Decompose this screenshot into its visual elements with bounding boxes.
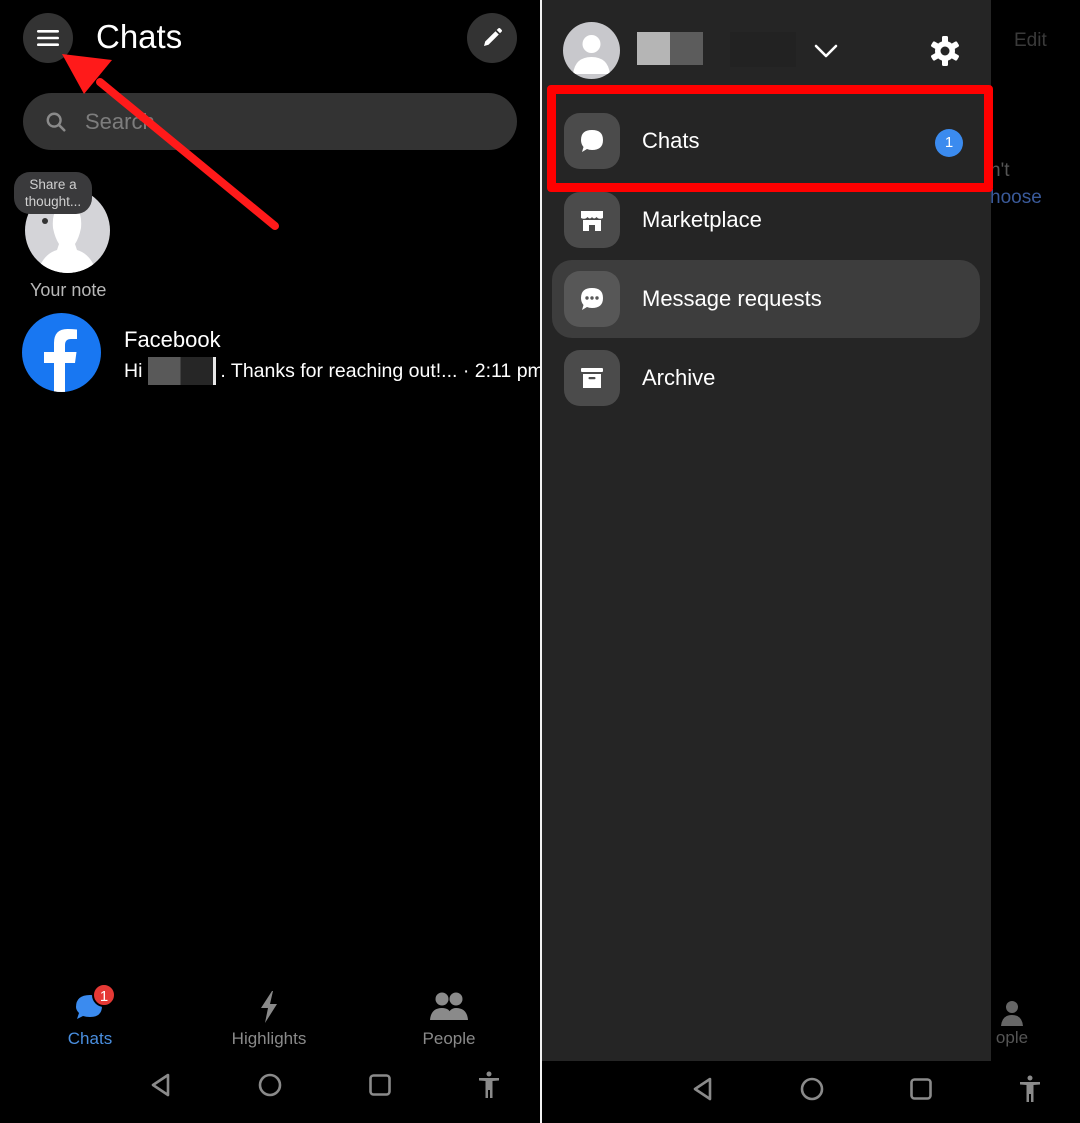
chevron-down-icon[interactable] xyxy=(813,38,839,64)
profile-avatar[interactable] xyxy=(563,22,620,79)
redacted-name xyxy=(148,357,217,385)
search-icon xyxy=(46,112,66,132)
background-people-label: ople xyxy=(995,1028,1029,1047)
background-link-fragment: hoose xyxy=(990,187,1042,208)
lightning-icon xyxy=(249,985,289,1025)
chats-screen: Chats Share a thought... Your note Face xyxy=(0,0,544,1123)
drawer-item-label: Marketplace xyxy=(642,207,762,232)
conversation-name: Facebook xyxy=(124,327,221,352)
search-bar[interactable] xyxy=(23,93,517,150)
system-nav-bar-right xyxy=(542,1070,1080,1115)
archive-box-icon xyxy=(564,350,620,406)
background-people-tab: ople xyxy=(982,998,1042,1048)
drawer-item-message-requests[interactable]: Message requests xyxy=(552,260,980,338)
background-edit-label: Edit xyxy=(1014,30,1047,51)
profile-name-redacted-blur xyxy=(730,32,796,67)
back-icon[interactable] xyxy=(688,1074,718,1104)
note-thought-bubble[interactable]: Share a thought... xyxy=(14,172,92,214)
your-note-label: Your note xyxy=(30,280,107,300)
system-nav-bar xyxy=(0,1070,540,1115)
home-icon[interactable] xyxy=(255,1070,285,1100)
default-profile-icon xyxy=(573,35,610,74)
drawer-screen: Edit n't hoose ople Chats 1 Marketplace … xyxy=(542,0,1080,1123)
people-icon xyxy=(429,985,469,1025)
navigation-drawer: Chats 1 Marketplace Message requests Arc… xyxy=(542,0,993,1061)
compose-button[interactable] xyxy=(467,13,517,63)
menu-button[interactable] xyxy=(23,13,73,63)
person-icon xyxy=(1001,1001,1023,1026)
back-icon[interactable] xyxy=(146,1070,176,1100)
drawer-item-archive[interactable]: Archive xyxy=(552,339,980,417)
drawer-item-marketplace[interactable]: Marketplace xyxy=(552,181,980,259)
preview-prefix: Hi xyxy=(124,359,143,382)
conversation-preview: Hi . Thanks for reaching out!... · 2:11 … xyxy=(124,357,544,385)
bottom-tab-bar: 1 Chats Highlights People xyxy=(0,983,540,1055)
search-input[interactable] xyxy=(85,108,465,135)
chat-bubbles-icon: 1 xyxy=(70,983,116,1025)
pencil-icon xyxy=(484,28,502,46)
tab-highlights[interactable]: Highlights xyxy=(209,985,329,1049)
message-dots-icon xyxy=(564,271,620,327)
drawer-item-label: Archive xyxy=(642,365,716,390)
conversation-row[interactable]: Facebook Hi . Thanks for reaching out!..… xyxy=(0,312,544,394)
recents-icon[interactable] xyxy=(365,1070,395,1100)
drawer-item-label: Message requests xyxy=(642,286,822,311)
preview-suffix: . Thanks for reaching out!... · 2:11 pm xyxy=(220,359,544,382)
hamburger-menu-icon xyxy=(37,30,59,46)
tab-people-label: People xyxy=(422,1029,476,1048)
recents-icon[interactable] xyxy=(906,1074,936,1104)
facebook-logo-icon xyxy=(22,313,101,392)
unread-badge: 1 xyxy=(92,983,116,1007)
home-icon[interactable] xyxy=(797,1074,827,1104)
bubble-tail-dot xyxy=(42,218,48,224)
annotation-highlight-box xyxy=(547,85,993,192)
tab-people[interactable]: People xyxy=(389,985,509,1049)
tab-chats-label: Chats xyxy=(67,1029,113,1048)
gear-icon[interactable] xyxy=(927,33,963,69)
storefront-icon xyxy=(564,192,620,248)
tab-chats[interactable]: 1 Chats xyxy=(30,983,150,1049)
tab-highlights-label: Highlights xyxy=(231,1029,307,1048)
accessibility-icon[interactable] xyxy=(1015,1074,1045,1104)
page-title: Chats xyxy=(96,18,183,55)
profile-name-redacted xyxy=(637,32,703,65)
accessibility-icon[interactable] xyxy=(474,1070,504,1100)
